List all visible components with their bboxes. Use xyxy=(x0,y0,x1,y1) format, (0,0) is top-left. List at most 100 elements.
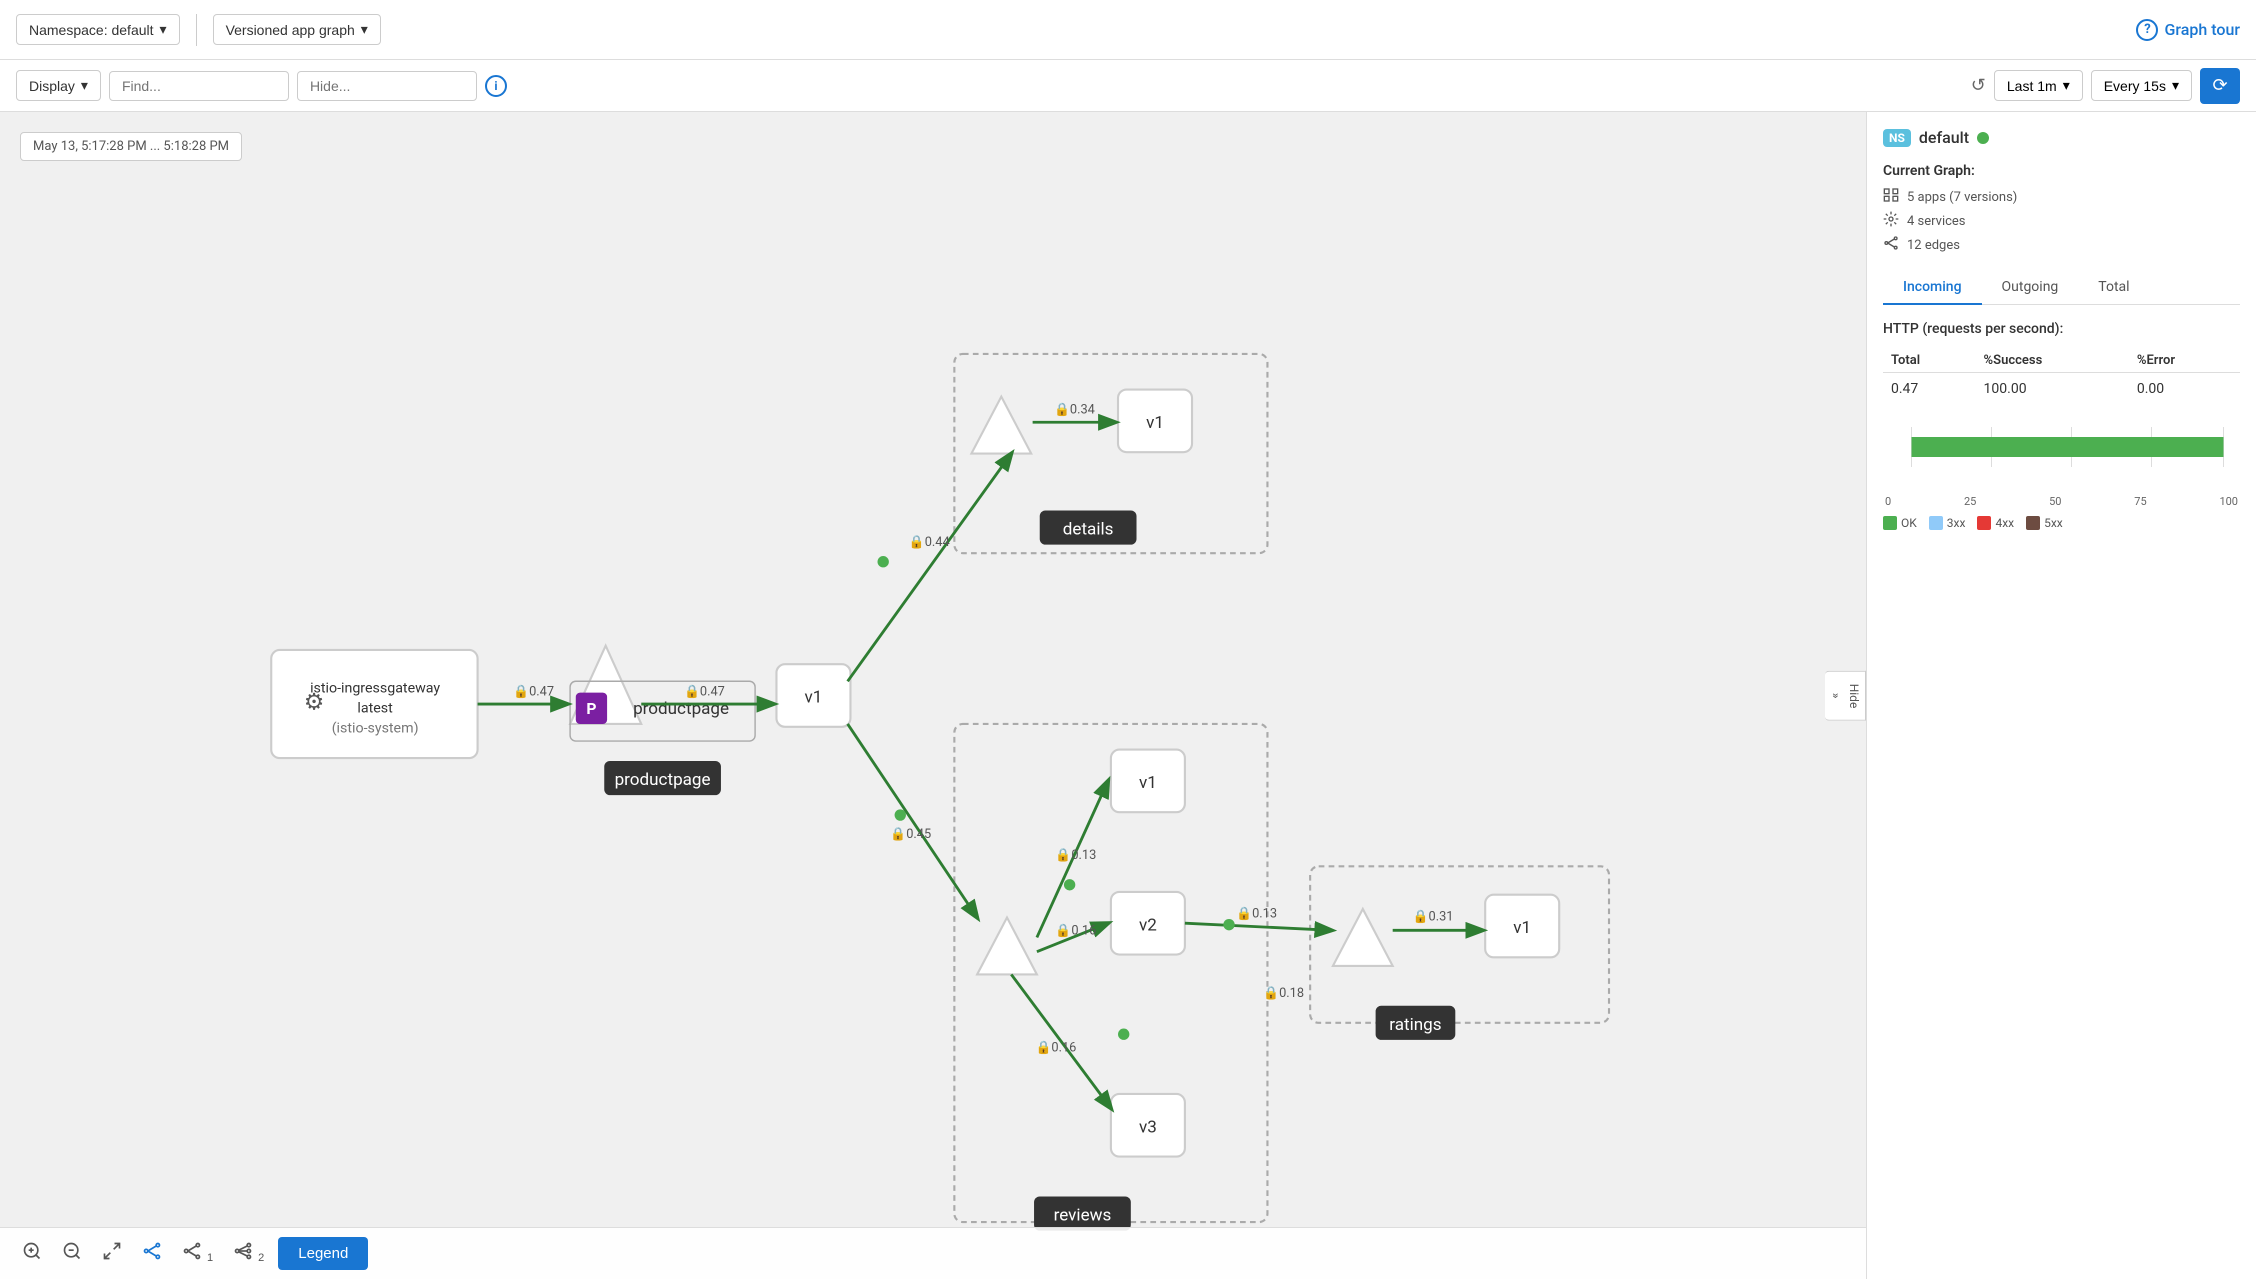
namespace-graph-button[interactable]: 1 xyxy=(176,1235,219,1272)
fit-view-button[interactable] xyxy=(96,1235,128,1272)
badge-1: 1 xyxy=(207,1252,213,1264)
right-panel: NS default Current Graph: 5 apps (7 vers… xyxy=(1866,112,2256,1279)
svg-text:istio-ingressgateway: istio-ingressgateway xyxy=(310,681,440,697)
chevron-down-icon: ▾ xyxy=(2172,77,2179,94)
namespace-dropdown[interactable]: Namespace: default ▾ xyxy=(16,14,180,45)
svg-text:🔒0.16: 🔒0.16 xyxy=(1035,1040,1076,1055)
axis-0: 0 xyxy=(1885,495,1891,508)
svg-text:(istio-system): (istio-system) xyxy=(332,721,419,737)
legend-4xx: 4xx xyxy=(1977,516,2014,530)
top-toolbar-right: ? Graph tour xyxy=(2136,19,2240,41)
svg-text:🔒0.47: 🔒0.47 xyxy=(513,685,554,700)
svg-text:🔒0.13: 🔒0.13 xyxy=(1236,907,1277,922)
axis-100: 100 xyxy=(2219,495,2238,508)
svg-text:v2: v2 xyxy=(1139,915,1157,935)
bottom-toolbar: 1 2 Legend xyxy=(0,1227,1866,1279)
graph-tour-label: Graph tour xyxy=(2164,20,2240,39)
apps-icon xyxy=(1883,187,1899,207)
time-range-dropdown[interactable]: Last 1m ▾ xyxy=(1994,70,2083,101)
svg-text:v3: v3 xyxy=(1139,1117,1157,1137)
legend-4xx-color xyxy=(1977,516,1991,530)
time-label: Last 1m xyxy=(2007,78,2057,94)
svg-text:🔒0.47: 🔒0.47 xyxy=(684,685,725,700)
graph-layout-button[interactable] xyxy=(136,1235,168,1272)
edges-icon xyxy=(1883,235,1899,255)
hide-input[interactable] xyxy=(297,71,477,101)
find-input[interactable] xyxy=(109,71,289,101)
legend-ok-label: OK xyxy=(1901,516,1917,530)
svg-text:details: details xyxy=(1063,520,1114,540)
main-content: May 13, 5:17:28 PM ... 5:18:28 PM Hide »… xyxy=(0,112,2256,1279)
health-indicator xyxy=(1977,132,1989,144)
svg-text:🔒0.34: 🔒0.34 xyxy=(1054,403,1095,418)
ns-badge: NS xyxy=(1883,129,1911,147)
interval-label: Every 15s xyxy=(2104,78,2166,94)
refresh-button[interactable]: ⟳ xyxy=(2200,68,2240,104)
http-table-row: 0.47 100.00 0.00 xyxy=(1883,373,2240,406)
svg-text:v1: v1 xyxy=(1139,773,1157,793)
help-circle-icon: ? xyxy=(2136,19,2158,41)
svg-text:🔒0.16: 🔒0.16 xyxy=(1055,924,1096,939)
history-icon[interactable]: ↺ xyxy=(1971,75,1986,96)
current-graph-title: Current Graph: xyxy=(1883,163,2240,179)
ns-name: default xyxy=(1919,128,1969,147)
axis-25: 25 xyxy=(1964,495,1976,508)
second-toolbar-left: Display ▾ i xyxy=(16,70,507,101)
stat-services: 4 services xyxy=(1883,211,2240,231)
graph-type-label: Versioned app graph xyxy=(226,22,355,38)
apps-stat: 5 apps (7 versions) xyxy=(1907,190,2017,205)
tab-incoming[interactable]: Incoming xyxy=(1883,271,1982,305)
axis-50: 50 xyxy=(2049,495,2061,508)
svg-text:productpage: productpage xyxy=(633,699,729,719)
services-icon xyxy=(1883,211,1899,231)
http-title: HTTP (requests per second): xyxy=(1883,321,2240,337)
info-icon[interactable]: i xyxy=(485,75,507,97)
val-success: 100.00 xyxy=(1976,373,2129,406)
http-table: Total %Success %Error 0.47 100.00 0.00 xyxy=(1883,349,2240,405)
hide-panel-button[interactable]: Hide » xyxy=(1825,670,1866,721)
legend-ok-color xyxy=(1883,516,1897,530)
graph-area[interactable]: May 13, 5:17:28 PM ... 5:18:28 PM Hide »… xyxy=(0,112,1866,1279)
svg-text:🔒0.18: 🔒0.18 xyxy=(1263,986,1304,1001)
stat-edges: 12 edges xyxy=(1883,235,2240,255)
graph-stats: 5 apps (7 versions) 4 services 12 edges xyxy=(1883,187,2240,255)
chart-legend: OK 3xx 4xx 5xx xyxy=(1883,516,2240,530)
svg-text:P: P xyxy=(586,699,596,718)
graph-tour-link[interactable]: ? Graph tour xyxy=(2136,19,2240,41)
legend-3xx-label: 3xx xyxy=(1947,516,1966,530)
second-toolbar-right: ↺ Last 1m ▾ Every 15s ▾ ⟳ xyxy=(1971,68,2240,104)
chart-container: 0 25 50 75 100 xyxy=(1883,417,2240,508)
val-total: 0.47 xyxy=(1883,373,1976,406)
svg-text:v1: v1 xyxy=(1513,918,1531,938)
chevron-down-icon: ▾ xyxy=(81,77,88,94)
zoom-in-button[interactable] xyxy=(16,1235,48,1272)
stat-apps: 5 apps (7 versions) xyxy=(1883,187,2240,207)
val-error: 0.00 xyxy=(2129,373,2240,406)
graph-svg[interactable]: details reviews ratings ⚙ istio-ingressg… xyxy=(0,112,1866,1279)
display-label: Display xyxy=(29,78,75,94)
tab-outgoing[interactable]: Outgoing xyxy=(1982,271,2079,305)
col-error: %Error xyxy=(2129,349,2240,373)
top-toolbar-left: Namespace: default ▾ Versioned app graph… xyxy=(16,14,381,46)
badge-2: 2 xyxy=(258,1252,264,1264)
graph-timestamp: May 13, 5:17:28 PM ... 5:18:28 PM xyxy=(20,132,242,161)
display-dropdown[interactable]: Display ▾ xyxy=(16,70,101,101)
legend-button[interactable]: Legend xyxy=(278,1237,368,1270)
legend-5xx-label: 5xx xyxy=(2044,516,2063,530)
graph-type-dropdown[interactable]: Versioned app graph ▾ xyxy=(213,14,381,45)
traffic-tabs: Incoming Outgoing Total xyxy=(1883,271,2240,305)
interval-dropdown[interactable]: Every 15s ▾ xyxy=(2091,70,2192,101)
tab-total[interactable]: Total xyxy=(2078,271,2149,305)
svg-text:v1: v1 xyxy=(805,688,823,708)
axis-75: 75 xyxy=(2134,495,2146,508)
cluster-graph-button[interactable]: 2 xyxy=(227,1235,270,1272)
top-toolbar: Namespace: default ▾ Versioned app graph… xyxy=(0,0,2256,60)
namespace-label: Namespace: default xyxy=(29,22,154,38)
chevron-down-icon: ▾ xyxy=(361,21,368,38)
legend-5xx-color xyxy=(2026,516,2040,530)
chevron-down-icon: ▾ xyxy=(2063,77,2070,94)
svg-text:🔒0.45: 🔒0.45 xyxy=(890,827,931,842)
zoom-out-button[interactable] xyxy=(56,1235,88,1272)
legend-4xx-label: 4xx xyxy=(1995,516,2014,530)
legend-5xx: 5xx xyxy=(2026,516,2063,530)
